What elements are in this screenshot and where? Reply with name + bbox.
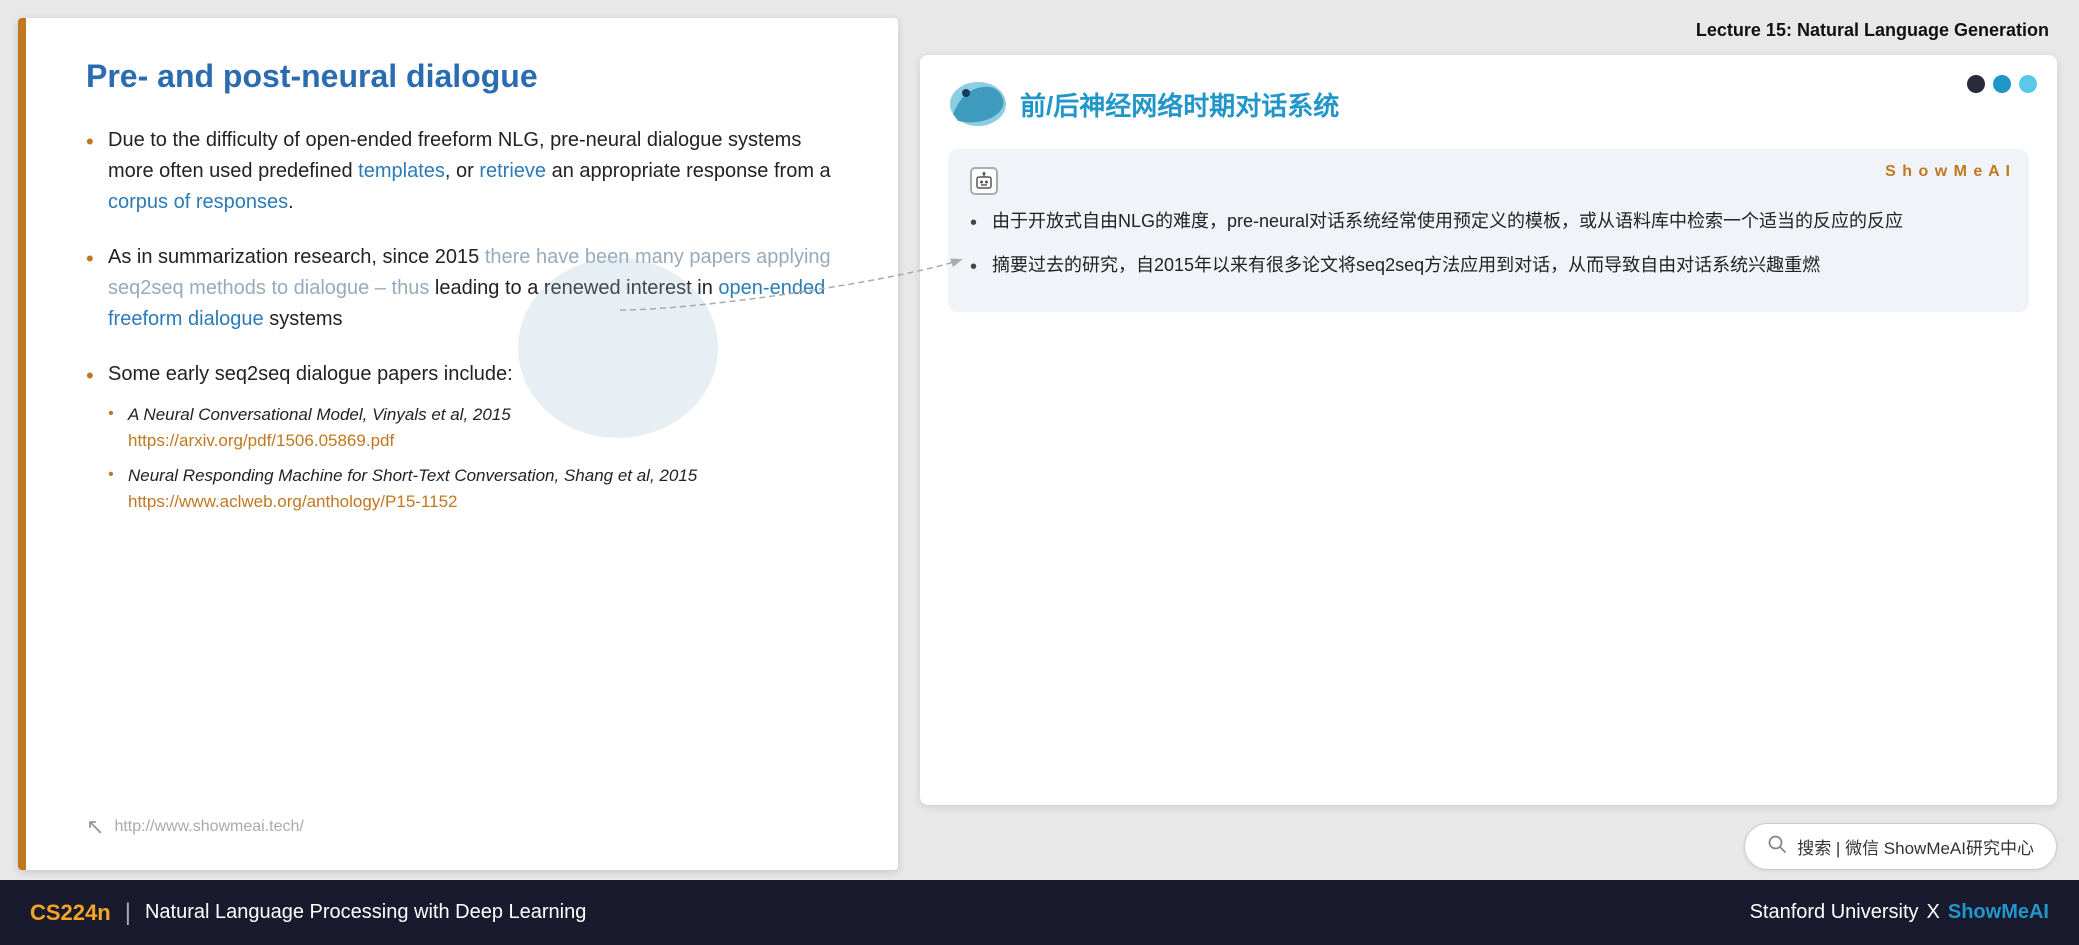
chinese-bullet-list: 由于开放式自由NLG的难度，pre-neural对话系统经常使用预定义的模板，或… <box>970 207 2007 280</box>
paper1-link[interactable]: https://arxiv.org/pdf/1506.05869.pdf <box>128 428 848 454</box>
footer-right: Stanford University X ShowMeAI <box>1750 901 2049 924</box>
lecture-header: Lecture 15: Natural Language Generation <box>920 18 2057 41</box>
bullet-item-2: As in summarization research, since 2015… <box>86 242 848 335</box>
chinese-bullet-1: 由于开放式自由NLG的难度，pre-neural对话系统经常使用预定义的模板，或… <box>970 207 2007 237</box>
search-bar-container: 搜索 | 微信 ShowMeAI研究中心 <box>920 823 2057 870</box>
slide-title: Pre- and post-neural dialogue <box>86 58 848 95</box>
search-input-box[interactable]: 搜索 | 微信 ShowMeAI研究中心 <box>1744 823 2057 870</box>
retrieve-link[interactable]: retrieve <box>479 160 546 182</box>
footer-x-symbol: X <box>1927 901 1940 924</box>
footer-university: Stanford University <box>1750 901 1919 924</box>
chinese-slide: 前/后神经网络时期对话系统 S h o w M e A I 由于开 <box>920 55 2057 805</box>
dot-dark <box>1967 75 1985 93</box>
footer-course: CS224n <box>30 900 111 926</box>
main-bullet-list: Due to the difficulty of open-ended free… <box>86 125 848 539</box>
footer-divider: | <box>125 899 131 927</box>
dots-row <box>1967 75 2037 93</box>
left-slide-panel: Pre- and post-neural dialogue Due to the… <box>18 18 898 870</box>
sub-bullet-2: Neural Responding Machine for Short-Text… <box>108 463 848 516</box>
sub-bullet-list: A Neural Conversational Model, Vinyals e… <box>108 402 848 515</box>
templates-link[interactable]: templates <box>358 160 445 182</box>
robot-icon <box>970 167 998 195</box>
paper1-authors: , Vinyals et al, 2015 <box>363 405 511 424</box>
cursor-icon: ↖ <box>86 814 104 840</box>
footer-brand: ShowMeAI <box>1948 901 2049 924</box>
footer-url: http://www.showmeai.tech/ <box>114 818 303 836</box>
chinese-bullet-2: 摘要过去的研究，自2015年以来有很多论文将seq2seq方法应用到对话，从而导… <box>970 251 2007 281</box>
dot-blue <box>1993 75 2011 93</box>
footer-subtitle: Natural Language Processing with Deep Le… <box>145 901 586 924</box>
paper1-title: A Neural Conversational Model <box>128 405 363 424</box>
paper2-link[interactable]: https://www.aclweb.org/anthology/P15-115… <box>128 489 848 515</box>
dot-light <box>2019 75 2037 93</box>
bullet-item-1: Due to the difficulty of open-ended free… <box>86 125 848 218</box>
chinese-title: 前/后神经网络时期对话系统 <box>1020 86 1339 123</box>
slide-footer: ↖ http://www.showmeai.tech/ <box>86 794 848 840</box>
showmeai-logo <box>948 79 1008 129</box>
bullet2-text: As in summarization research, since 2015… <box>108 246 831 330</box>
corpus-text: corpus of responses <box>108 191 288 213</box>
footer-left: CS224n | Natural Language Processing wit… <box>30 899 586 927</box>
search-text: 搜索 | 微信 ShowMeAI研究中心 <box>1797 834 2034 859</box>
sub-bullet-1: A Neural Conversational Model, Vinyals e… <box>108 402 848 455</box>
bullet3-text: Some early seq2seq dialogue papers inclu… <box>108 363 513 385</box>
annotation-box: S h o w M e A I 由于开放式自由NLG的难度，pre-neural… <box>948 149 2029 312</box>
chinese-header: 前/后神经网络时期对话系统 <box>948 79 2029 129</box>
bullet-item-3: Some early seq2seq dialogue papers inclu… <box>86 359 848 515</box>
right-panel: Lecture 15: Natural Language Generation … <box>916 18 2061 870</box>
showmeai-badge: S h o w M e A I <box>1885 163 2011 181</box>
search-icon <box>1767 834 1787 859</box>
bullet1-text: Due to the difficulty of open-ended free… <box>108 129 831 213</box>
footer-bar: CS224n | Natural Language Processing wit… <box>0 880 2079 945</box>
paper2-authors: , Shang et al, 2015 <box>555 466 698 485</box>
paper2-title: Neural Responding Machine for Short-Text… <box>128 466 555 485</box>
